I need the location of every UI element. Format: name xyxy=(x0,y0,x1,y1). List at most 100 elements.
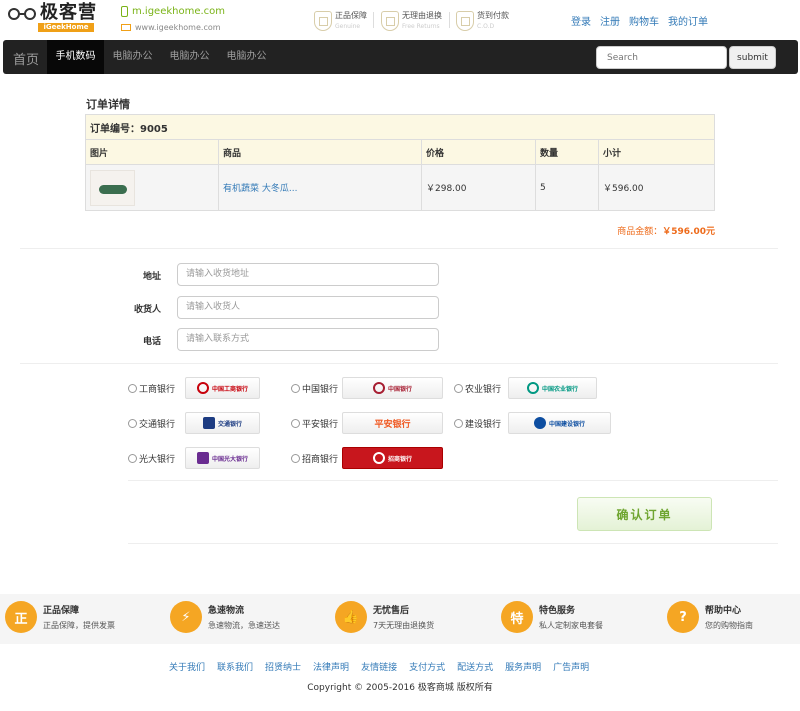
promise-sublabel: Free Returns xyxy=(402,23,440,30)
login-link[interactable]: 登录 xyxy=(571,13,591,28)
footer-link-legal[interactable]: 法律声明 xyxy=(313,660,349,673)
abc-logo-icon: 中国农业银行 xyxy=(508,377,598,399)
return-icon xyxy=(381,11,399,31)
mail-icon xyxy=(121,24,131,31)
total-label: 商品金额： xyxy=(617,227,663,237)
bank-option-abc[interactable]: 农业银行 中国农业银行 xyxy=(454,377,598,399)
feature-express: ⚡ 急速物流 急速物流，急速送达 xyxy=(170,601,280,633)
promise-genuine: 正品保障 Genuine xyxy=(314,10,367,32)
footer-link-friends[interactable]: 友情链接 xyxy=(361,660,397,673)
footer-link-ads[interactable]: 广告声明 xyxy=(553,660,589,673)
ceb-logo-icon: 中国光大银行 xyxy=(185,447,261,469)
copyright: Copyright © 2005-2016 极客商城 版权所有 xyxy=(307,683,493,693)
product-thumbnail[interactable] xyxy=(90,169,135,206)
submit-button[interactable]: submit xyxy=(729,46,776,69)
order-number: 订单编号：9005 xyxy=(85,114,715,140)
footer-link-careers[interactable]: 招贤纳士 xyxy=(265,660,301,673)
feature-title: 急速物流 xyxy=(208,606,245,616)
promise-returns: 无理由退换 Free Returns xyxy=(381,10,442,32)
footer-link-payment[interactable]: 支付方式 xyxy=(409,660,445,673)
table-row: 有机蔬菜 大冬瓜... ￥298.00 5 ￥596.00 xyxy=(85,164,715,211)
bank-name: 农业银行 xyxy=(465,384,502,395)
special-icon: 特 xyxy=(501,601,533,633)
bank-option-ccb[interactable]: 建设银行 中国建设银行 xyxy=(454,412,612,434)
my-orders-link[interactable]: 我的订单 xyxy=(668,13,708,28)
bank-radio[interactable] xyxy=(291,383,300,393)
bank-logo-text: 中国建设银行 xyxy=(549,420,586,428)
thumbs-up-icon: 👍 xyxy=(335,601,367,633)
bank-option-pingan[interactable]: 平安银行 平安银行 xyxy=(291,412,444,434)
receiver-input[interactable]: 请输入收货人 xyxy=(177,296,439,319)
feature-desc: 私人定制家电套餐 xyxy=(539,621,603,630)
bank-radio[interactable] xyxy=(454,418,463,428)
nav-item-computers-2[interactable]: 电脑办公 xyxy=(161,40,218,74)
divider xyxy=(20,363,778,364)
footer-link-delivery[interactable]: 配送方式 xyxy=(457,660,493,673)
footer-link-service[interactable]: 服务声明 xyxy=(505,660,541,673)
bank-option-ceb[interactable]: 光大银行 中国光大银行 xyxy=(128,447,261,469)
feature-title: 特色服务 xyxy=(539,606,576,616)
divider xyxy=(449,12,450,28)
promise-label: 无理由退换 xyxy=(402,11,442,20)
footer-links: 关于我们 联系我们 招贤纳士 法律声明 友情链接 支付方式 配送方式 服务声明 … xyxy=(169,660,589,673)
address-input[interactable]: 请输入收货地址 xyxy=(177,263,439,286)
cart-link[interactable]: 购物车 xyxy=(629,13,659,28)
pingan-logo-icon: 平安银行 xyxy=(342,412,444,434)
bank-logo-text: 招商银行 xyxy=(388,455,413,463)
footer-link-contact[interactable]: 联系我们 xyxy=(217,660,253,673)
register-link[interactable]: 注册 xyxy=(600,13,620,28)
nav-item-computers-3[interactable]: 电脑办公 xyxy=(218,40,275,74)
divider xyxy=(128,480,778,481)
bank-option-icbc[interactable]: 工商银行 中国工商银行 xyxy=(128,377,261,399)
bank-name: 光大银行 xyxy=(139,454,176,465)
www-site-text: www.igeekhome.com xyxy=(135,23,221,32)
shield-icon xyxy=(314,11,332,31)
order-title: 订单详情 xyxy=(86,98,130,111)
phone-icon xyxy=(121,6,128,17)
bank-radio[interactable] xyxy=(128,418,137,428)
search-input[interactable] xyxy=(596,46,727,69)
boc-logo-icon: 中国银行 xyxy=(342,377,444,399)
bank-logo-text: 平安银行 xyxy=(374,419,411,430)
logo-glasses-icon xyxy=(8,8,36,20)
bank-option-boc[interactable]: 中国银行 中国银行 xyxy=(291,377,444,399)
feature-help: ? 帮助中心 您的购物指南 xyxy=(667,601,753,633)
bank-radio[interactable] xyxy=(291,453,300,463)
mobile-site[interactable]: m.igeekhome.com xyxy=(121,6,225,17)
nav-home[interactable]: 首页 xyxy=(13,49,39,68)
bank-logo-text: 中国农业银行 xyxy=(542,385,579,393)
nav-item-phones[interactable]: 手机数码 xyxy=(47,40,104,74)
www-site[interactable]: www.igeekhome.com xyxy=(121,23,221,32)
top-links: 登录 注册 购物车 我的订单 xyxy=(571,13,708,28)
bank-option-cmb[interactable]: 招商银行 招商银行 xyxy=(291,447,444,469)
bank-logo-text: 中国工商银行 xyxy=(212,385,249,393)
bank-name: 中国银行 xyxy=(302,384,339,395)
help-icon: ? xyxy=(667,601,699,633)
bank-name: 平安银行 xyxy=(302,419,339,430)
product-link[interactable]: 有机蔬菜 大冬瓜... xyxy=(223,184,297,194)
col-qty: 数量 xyxy=(535,139,599,165)
cmb-logo-icon: 招商银行 xyxy=(342,447,444,469)
footer-link-about[interactable]: 关于我们 xyxy=(169,660,205,673)
product-price: ￥298.00 xyxy=(421,164,536,211)
confirm-order-button[interactable]: 确认订单 xyxy=(577,497,712,531)
mobile-site-text: m.igeekhome.com xyxy=(132,6,226,17)
bank-radio[interactable] xyxy=(128,453,137,463)
bank-radio[interactable] xyxy=(291,418,300,428)
icbc-logo-icon: 中国工商银行 xyxy=(185,377,261,399)
feature-desc: 正品保障，提供发票 xyxy=(43,621,115,630)
address-label: 地址 xyxy=(142,272,161,282)
cod-icon xyxy=(456,11,474,31)
receiver-label: 收货人 xyxy=(133,305,161,315)
bank-logo-text: 交通银行 xyxy=(218,420,243,428)
nav-item-computers[interactable]: 电脑办公 xyxy=(104,40,161,74)
bank-option-bocom[interactable]: 交通银行 交通银行 xyxy=(128,412,261,434)
bank-name: 工商银行 xyxy=(139,384,176,395)
bank-radio[interactable] xyxy=(454,383,463,393)
logo-text[interactable]: 极客营 xyxy=(40,4,97,22)
phone-input[interactable]: 请输入联系方式 xyxy=(177,328,439,351)
feature-title: 无忧售后 xyxy=(373,606,410,616)
bank-radio[interactable] xyxy=(128,383,137,393)
product-subtotal: ￥596.00 xyxy=(598,164,715,211)
feature-title: 正品保障 xyxy=(43,606,80,616)
